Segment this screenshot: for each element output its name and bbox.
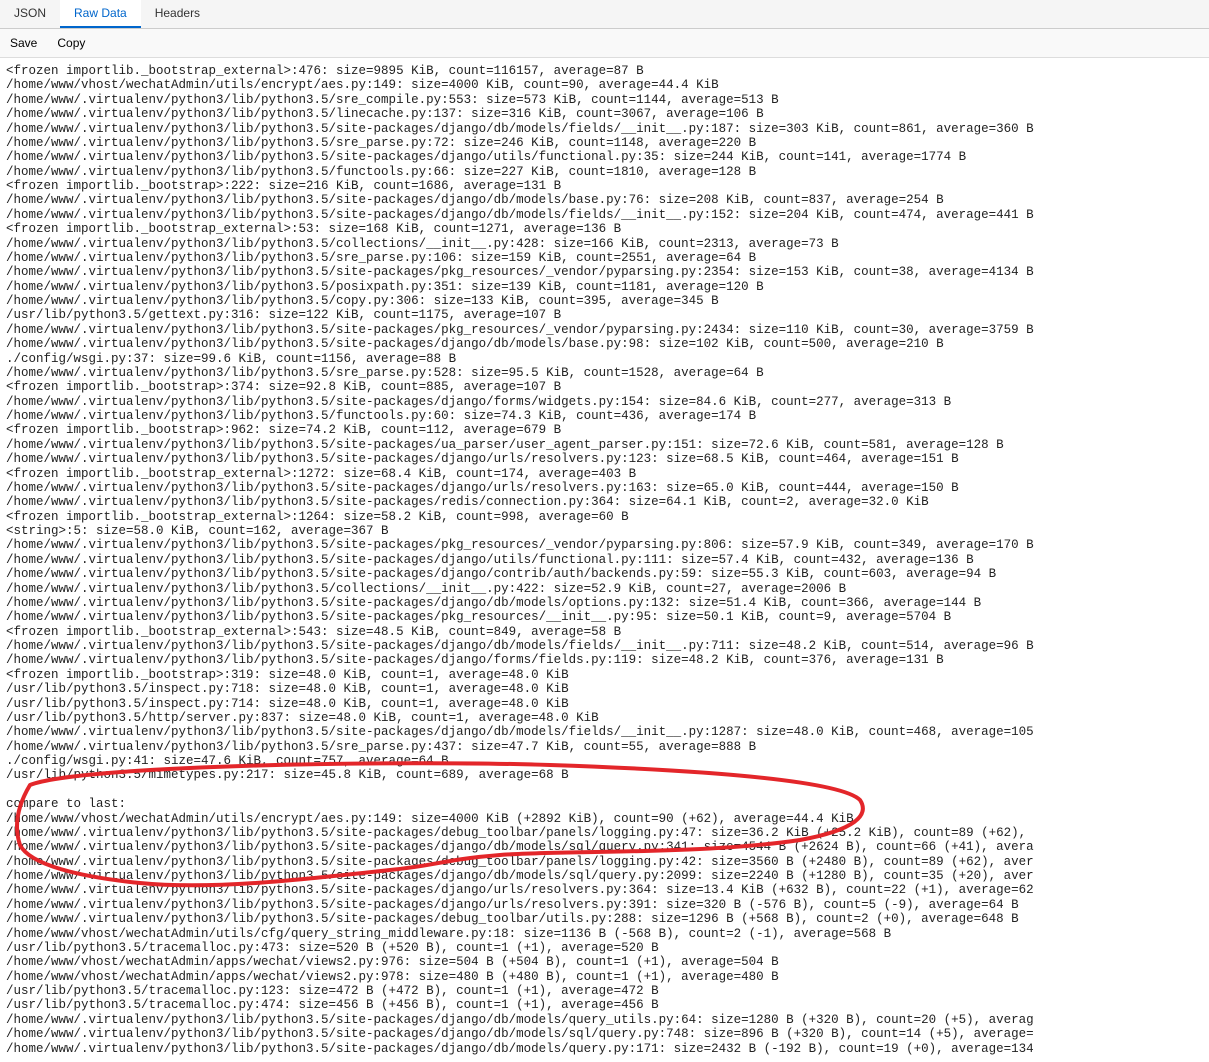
output-line: /home/www/vhost/wechatAdmin/utils/encryp… <box>6 78 1203 92</box>
output-line: /usr/lib/python3.5/http/server.py:837: s… <box>6 711 1203 725</box>
tab-headers[interactable]: Headers <box>141 0 214 28</box>
tab-json[interactable]: JSON <box>0 0 60 28</box>
copy-button[interactable]: Copy <box>47 33 95 53</box>
output-line: /home/www/.virtualenv/python3/lib/python… <box>6 366 1203 380</box>
output-line: /home/www/.virtualenv/python3/lib/python… <box>6 237 1203 251</box>
output-line: /home/www/.virtualenv/python3/lib/python… <box>6 193 1203 207</box>
save-button[interactable]: Save <box>0 33 47 53</box>
output-line: /home/www/.virtualenv/python3/lib/python… <box>6 1042 1203 1056</box>
output-line: /home/www/.virtualenv/python3/lib/python… <box>6 639 1203 653</box>
output-line: /home/www/.virtualenv/python3/lib/python… <box>6 280 1203 294</box>
output-line: /usr/lib/python3.5/gettext.py:316: size=… <box>6 308 1203 322</box>
output-line: <frozen importlib._bootstrap>:962: size=… <box>6 423 1203 437</box>
output-line: /home/www/vhost/wechatAdmin/apps/wechat/… <box>6 955 1203 969</box>
output-line: /home/www/.virtualenv/python3/lib/python… <box>6 495 1203 509</box>
output-line: /home/www/.virtualenv/python3/lib/python… <box>6 855 1203 869</box>
output-line: /home/www/.virtualenv/python3/lib/python… <box>6 898 1203 912</box>
output-line: ./config/wsgi.py:41: size=47.6 KiB, coun… <box>6 754 1203 768</box>
output-line: /home/www/.virtualenv/python3/lib/python… <box>6 740 1203 754</box>
output-line: /home/www/.virtualenv/python3/lib/python… <box>6 826 1203 840</box>
output-line: <frozen importlib._bootstrap_external>:5… <box>6 222 1203 236</box>
raw-output: <frozen importlib._bootstrap_external>:4… <box>0 58 1209 1062</box>
output-line: /usr/lib/python3.5/inspect.py:718: size=… <box>6 682 1203 696</box>
output-line: /home/www/.virtualenv/python3/lib/python… <box>6 409 1203 423</box>
output-line: compare to last: <box>6 797 1203 811</box>
output-line: /home/www/.virtualenv/python3/lib/python… <box>6 438 1203 452</box>
output-line: <string>:5: size=58.0 KiB, count=162, av… <box>6 524 1203 538</box>
output-line: /home/www/.virtualenv/python3/lib/python… <box>6 481 1203 495</box>
output-line: /home/www/.virtualenv/python3/lib/python… <box>6 150 1203 164</box>
output-line: <frozen importlib._bootstrap_external>:4… <box>6 64 1203 78</box>
output-line: /home/www/.virtualenv/python3/lib/python… <box>6 93 1203 107</box>
output-line: /home/www/.virtualenv/python3/lib/python… <box>6 452 1203 466</box>
output-line: /home/www/vhost/wechatAdmin/utils/cfg/qu… <box>6 927 1203 941</box>
output-line: /home/www/.virtualenv/python3/lib/python… <box>6 538 1203 552</box>
output-line: /home/www/.virtualenv/python3/lib/python… <box>6 251 1203 265</box>
output-line: <frozen importlib._bootstrap>:222: size=… <box>6 179 1203 193</box>
output-line: <frozen importlib._bootstrap>:319: size=… <box>6 668 1203 682</box>
output-line: /home/www/.virtualenv/python3/lib/python… <box>6 323 1203 337</box>
output-line: /usr/lib/python3.5/tracemalloc.py:474: s… <box>6 998 1203 1012</box>
output-line: /home/www/.virtualenv/python3/lib/python… <box>6 883 1203 897</box>
output-line: /home/www/.virtualenv/python3/lib/python… <box>6 1027 1203 1041</box>
output-line: /home/www/.virtualenv/python3/lib/python… <box>6 567 1203 581</box>
output-line: /home/www/.virtualenv/python3/lib/python… <box>6 725 1203 739</box>
output-line: /home/www/.virtualenv/python3/lib/python… <box>6 165 1203 179</box>
output-line: /home/www/.virtualenv/python3/lib/python… <box>6 107 1203 121</box>
output-line: /home/www/.virtualenv/python3/lib/python… <box>6 869 1203 883</box>
output-line: /home/www/.virtualenv/python3/lib/python… <box>6 208 1203 222</box>
output-line: /home/www/.virtualenv/python3/lib/python… <box>6 337 1203 351</box>
output-line: /home/www/.virtualenv/python3/lib/python… <box>6 265 1203 279</box>
output-line: /home/www/.virtualenv/python3/lib/python… <box>6 610 1203 624</box>
output-line: /home/www/.virtualenv/python3/lib/python… <box>6 122 1203 136</box>
output-line: <frozen importlib._bootstrap_external>:1… <box>6 467 1203 481</box>
output-line: /home/www/.virtualenv/python3/lib/python… <box>6 294 1203 308</box>
output-line: /home/www/.virtualenv/python3/lib/python… <box>6 1013 1203 1027</box>
output-line: /usr/lib/python3.5/mimetypes.py:217: siz… <box>6 768 1203 782</box>
output-line: /home/www/.virtualenv/python3/lib/python… <box>6 136 1203 150</box>
output-line: <frozen importlib._bootstrap>:374: size=… <box>6 380 1203 394</box>
output-line: <frozen importlib._bootstrap_external>:5… <box>6 625 1203 639</box>
output-line: /usr/lib/python3.5/tracemalloc.py:123: s… <box>6 984 1203 998</box>
output-line: /home/www/.virtualenv/python3/lib/python… <box>6 840 1203 854</box>
tab-bar: JSON Raw Data Headers <box>0 0 1209 29</box>
output-line: /home/www/.virtualenv/python3/lib/python… <box>6 395 1203 409</box>
action-bar: Save Copy <box>0 29 1209 58</box>
tab-raw-data[interactable]: Raw Data <box>60 0 141 28</box>
output-line: ./config/wsgi.py:37: size=99.6 KiB, coun… <box>6 352 1203 366</box>
output-line: /usr/lib/python3.5/inspect.py:714: size=… <box>6 697 1203 711</box>
output-line: /home/www/vhost/wechatAdmin/utils/encryp… <box>6 812 1203 826</box>
output-line: /home/www/vhost/wechatAdmin/apps/wechat/… <box>6 970 1203 984</box>
output-line: /home/www/.virtualenv/python3/lib/python… <box>6 653 1203 667</box>
output-line <box>6 783 1203 797</box>
output-line: /home/www/.virtualenv/python3/lib/python… <box>6 912 1203 926</box>
output-line: /home/www/.virtualenv/python3/lib/python… <box>6 582 1203 596</box>
output-line: /home/www/.virtualenv/python3/lib/python… <box>6 553 1203 567</box>
output-line: /usr/lib/python3.5/tracemalloc.py:473: s… <box>6 941 1203 955</box>
output-line: /home/www/.virtualenv/python3/lib/python… <box>6 596 1203 610</box>
output-line: <frozen importlib._bootstrap_external>:1… <box>6 510 1203 524</box>
